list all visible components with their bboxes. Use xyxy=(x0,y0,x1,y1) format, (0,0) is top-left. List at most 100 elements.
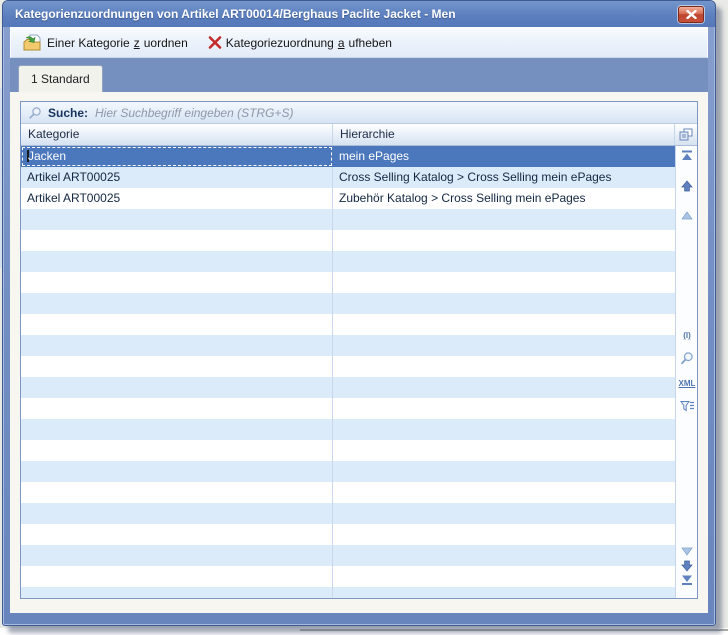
table-row[interactable]: Artikel ART00025 Zubehör Katalog > Cross… xyxy=(21,188,675,209)
cell-hierarchie[interactable] xyxy=(333,566,675,587)
table-row[interactable] xyxy=(21,272,675,293)
column-header-hierarchie[interactable]: Hierarchie xyxy=(333,124,675,145)
table-row[interactable] xyxy=(21,230,675,251)
cell-kategorie[interactable]: Jacken xyxy=(21,146,333,167)
cell-kategorie[interactable] xyxy=(21,398,333,419)
table-row[interactable] xyxy=(21,524,675,545)
cell-kategorie[interactable] xyxy=(21,503,333,524)
cell-hierarchie[interactable] xyxy=(333,209,675,230)
cell-hierarchie[interactable]: mein ePages xyxy=(333,146,675,167)
table-row[interactable] xyxy=(21,440,675,461)
cell-kategorie[interactable] xyxy=(21,440,333,461)
remove-label-pre: Kategoriezuordnung xyxy=(226,36,334,50)
scroll-up-page-button[interactable] xyxy=(676,208,697,223)
assign-folder-icon xyxy=(23,34,43,52)
cell-hierarchie[interactable] xyxy=(333,398,675,419)
table-row[interactable] xyxy=(21,293,675,314)
cell-hierarchie[interactable]: Zubehör Katalog > Cross Selling mein ePa… xyxy=(333,188,675,209)
table-row[interactable] xyxy=(21,335,675,356)
scroll-up-button[interactable] xyxy=(676,178,697,193)
cell-hierarchie[interactable] xyxy=(333,251,675,272)
cell-kategorie[interactable] xyxy=(21,566,333,587)
scroll-down-button[interactable] xyxy=(676,558,697,573)
cell-hierarchie[interactable] xyxy=(333,545,675,566)
assign-label-mnemonic: z xyxy=(134,36,140,50)
cell-kategorie[interactable] xyxy=(21,230,333,251)
table-row[interactable] xyxy=(21,251,675,272)
scroll-to-last-icon xyxy=(681,575,693,586)
table-row[interactable] xyxy=(21,566,675,587)
tab-standard[interactable]: 1 Standard xyxy=(18,65,103,92)
close-button[interactable] xyxy=(678,6,704,23)
cell-hierarchie[interactable] xyxy=(333,272,675,293)
table-row[interactable]: Artikel ART00025 Cross Selling Katalog >… xyxy=(21,167,675,188)
xml-export-button[interactable]: XML xyxy=(676,376,697,391)
auto-width-icon: (I) xyxy=(683,331,691,340)
table-row[interactable] xyxy=(21,503,675,524)
cell-hierarchie[interactable] xyxy=(333,587,675,598)
assign-category-button[interactable]: Einer Kategorie zuordnen xyxy=(18,32,193,54)
column-chooser-button[interactable] xyxy=(675,124,697,145)
cell-hierarchie[interactable] xyxy=(333,440,675,461)
search-placeholder: Hier Suchbegriff eingeben (STRG+S) xyxy=(95,106,293,120)
table-row[interactable] xyxy=(21,461,675,482)
table-row[interactable] xyxy=(21,398,675,419)
cell-kategorie[interactable] xyxy=(21,251,333,272)
table-row[interactable] xyxy=(21,482,675,503)
cell-kategorie[interactable] xyxy=(21,587,333,598)
cell-hierarchie[interactable] xyxy=(333,461,675,482)
filter-button[interactable] xyxy=(676,398,697,413)
table-row[interactable] xyxy=(21,209,675,230)
cell-hierarchie[interactable] xyxy=(333,482,675,503)
grid-rows: Jacken mein ePages Artikel ART00025 Cros… xyxy=(21,146,675,598)
remove-assignment-button[interactable]: Kategoriezuordnung aufheben xyxy=(203,34,397,52)
cell-hierarchie[interactable] xyxy=(333,230,675,251)
cell-hierarchie[interactable]: Cross Selling Katalog > Cross Selling me… xyxy=(333,167,675,188)
magnifier-icon xyxy=(680,351,694,365)
table-row[interactable]: Jacken mein ePages xyxy=(21,146,675,167)
cell-hierarchie[interactable] xyxy=(333,377,675,398)
cell-kategorie[interactable] xyxy=(21,356,333,377)
table-row[interactable] xyxy=(21,377,675,398)
cell-kategorie[interactable] xyxy=(21,419,333,440)
table-row[interactable] xyxy=(21,314,675,335)
table-row[interactable] xyxy=(21,419,675,440)
search-bar[interactable]: Suche: Hier Suchbegriff eingeben (STRG+S… xyxy=(21,102,697,124)
cell-kategorie[interactable] xyxy=(21,461,333,482)
cell-kategorie[interactable] xyxy=(21,377,333,398)
titlebar[interactable]: Kategorienzuordnungen von Artikel ART000… xyxy=(3,1,715,27)
table-row[interactable] xyxy=(21,356,675,377)
scroll-to-first-icon xyxy=(681,150,693,161)
search-icon xyxy=(28,106,42,120)
cell-hierarchie[interactable] xyxy=(333,503,675,524)
grid-body: Jacken mein ePages Artikel ART00025 Cros… xyxy=(21,146,697,598)
cell-hierarchie[interactable] xyxy=(333,419,675,440)
cell-kategorie[interactable] xyxy=(21,209,333,230)
zoom-button[interactable] xyxy=(676,350,697,365)
scroll-down-page-button[interactable] xyxy=(676,544,697,559)
column-chooser-icon xyxy=(679,128,693,141)
cell-kategorie[interactable]: Artikel ART00025 xyxy=(21,188,333,209)
column-header-kategorie[interactable]: Kategorie xyxy=(21,124,333,145)
cell-kategorie[interactable] xyxy=(21,335,333,356)
table-row[interactable] xyxy=(21,545,675,566)
cell-hierarchie[interactable] xyxy=(333,293,675,314)
cell-kategorie[interactable] xyxy=(21,272,333,293)
cell-kategorie[interactable] xyxy=(21,545,333,566)
cell-kategorie[interactable] xyxy=(21,293,333,314)
cell-text: Artikel ART00025 xyxy=(27,191,120,205)
cell-hierarchie[interactable] xyxy=(333,335,675,356)
cell-hierarchie[interactable] xyxy=(333,356,675,377)
cell-kategorie[interactable]: Artikel ART00025 xyxy=(21,167,333,188)
scroll-to-first-button[interactable] xyxy=(676,148,697,163)
remove-label-post: ufheben xyxy=(349,36,392,50)
cell-kategorie[interactable] xyxy=(21,524,333,545)
cell-hierarchie[interactable] xyxy=(333,524,675,545)
cell-hierarchie[interactable] xyxy=(333,314,675,335)
auto-width-button[interactable]: (I) xyxy=(676,328,697,343)
cell-kategorie[interactable] xyxy=(21,314,333,335)
cell-kategorie[interactable] xyxy=(21,482,333,503)
cell-text: Artikel ART00025 xyxy=(27,170,120,184)
table-row[interactable] xyxy=(21,587,675,598)
scroll-to-last-button[interactable] xyxy=(676,573,697,588)
